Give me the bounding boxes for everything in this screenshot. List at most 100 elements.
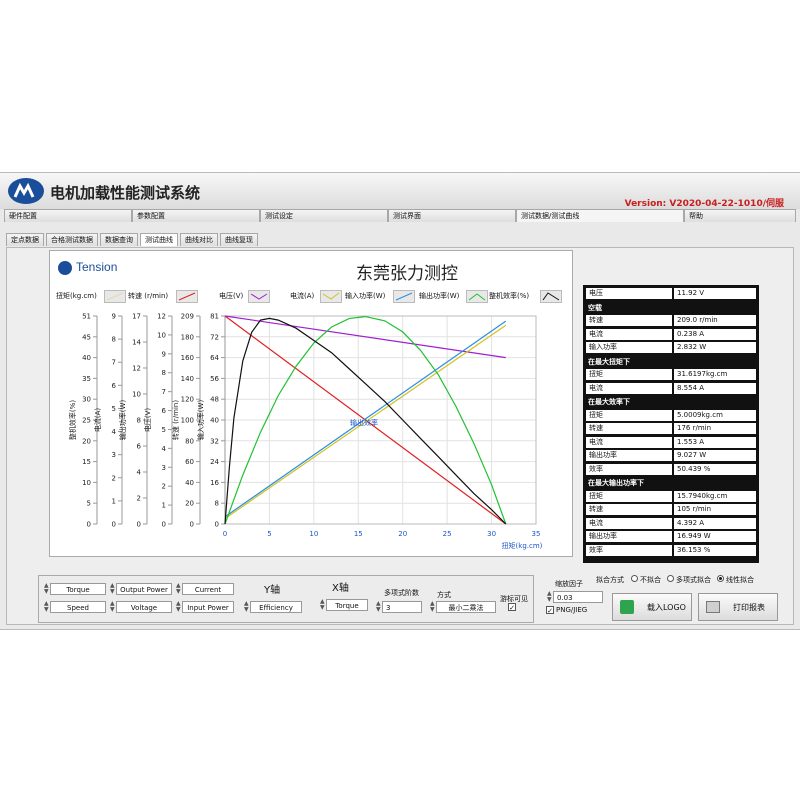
y-tick-label: 40 — [210, 417, 219, 425]
x-tick-label: 35 — [532, 530, 541, 538]
load-logo-label: 载入LOGO — [647, 603, 686, 612]
selector-current[interactable]: Current — [182, 583, 234, 595]
y-tick-label: 51 — [82, 313, 91, 321]
radio-poly-fit[interactable] — [667, 575, 674, 582]
y-tick-label: 17 — [132, 313, 141, 321]
info-value: 209.0 r/min — [674, 315, 756, 326]
png-jpeg-checkbox[interactable]: ✓ — [546, 606, 554, 615]
y-tick-label: 8 — [112, 336, 116, 344]
info-value: 8.554 A — [674, 382, 756, 394]
download-arrow-icon — [620, 600, 634, 614]
x-tick-label: 5 — [267, 530, 271, 538]
info-label: 输入功率 — [586, 342, 672, 353]
info-label: 效率 — [586, 463, 672, 475]
y-tick-label: 24 — [210, 458, 219, 466]
info-value: 16.949 W — [674, 531, 756, 542]
info-section-heading: 空载 — [588, 303, 602, 312]
info-label: 扭矩 — [586, 409, 672, 421]
y-tick-label: 72 — [210, 333, 219, 341]
info-row: 扭矩 15.7940kg.cm — [586, 490, 756, 503]
result-panel: 电压 11.92 V 空载转速 209.0 r/min 电流 0.238 A 输入功率 2.8… — [583, 285, 759, 563]
y-axis-title: 输入功率(W) — [196, 400, 205, 441]
x-tick-label: 15 — [354, 530, 363, 538]
zoom-factor-label: 缩放因子 — [555, 580, 583, 588]
y-tick-label: 20 — [82, 437, 91, 445]
print-report-button[interactable]: 打印报表 — [698, 593, 778, 621]
y-tick-label: 140 — [181, 375, 194, 383]
info-section-heading: 在最大输出功率下 — [588, 479, 644, 487]
y-tick-label: 3 — [162, 464, 166, 472]
info-label: 电流 — [586, 328, 672, 340]
y-tick-label: 64 — [210, 354, 219, 362]
y-tick-label: 4 — [137, 469, 142, 477]
selector-input-power[interactable]: Input Power — [182, 601, 234, 613]
y-tick-label: 10 — [132, 391, 141, 399]
info-row: 电流 4.392 A — [586, 517, 756, 530]
y-tick-label: 15 — [82, 458, 91, 466]
y-tick-label: 7 — [112, 359, 116, 367]
y-tick-label: 6 — [162, 407, 167, 415]
info-row: 电流 0.238 A — [586, 328, 756, 341]
y-tick-label: 80 — [185, 437, 194, 445]
x-axis-selector[interactable]: Torque — [326, 599, 368, 611]
y-tick-label: 10 — [82, 479, 91, 487]
y-tick-label: 9 — [162, 350, 166, 358]
info-value: 5.0009kg.cm — [674, 409, 756, 421]
selector-voltage[interactable]: Voltage — [116, 601, 172, 613]
info-row: 电压 11.92 V — [586, 288, 756, 300]
radio-linear-fit[interactable] — [717, 575, 724, 582]
y-tick-label: 1 — [112, 497, 116, 505]
y-axis-title: 整机效率(%) — [68, 400, 77, 440]
fit-mode-label: 拟合方式 — [596, 576, 624, 584]
y-axis-title: 电压(V) — [143, 408, 152, 433]
load-logo-button[interactable]: 载入LOGO — [612, 593, 692, 621]
y-tick-label: 25 — [82, 417, 91, 425]
info-label: 输出功率 — [586, 531, 672, 542]
y-tick-label: 12 — [157, 313, 166, 321]
info-label: 电压 — [586, 288, 672, 299]
info-value: 36.153 % — [674, 544, 756, 556]
x-tick-label: 30 — [487, 530, 496, 538]
info-label: 扭矩 — [586, 490, 672, 502]
y-tick-label: 2 — [162, 483, 166, 491]
y-tick-label: 16 — [210, 479, 219, 487]
info-value: 50.439 % — [674, 463, 756, 475]
zoom-factor-input[interactable]: 0.03 — [553, 591, 603, 603]
y-tick-label: 2 — [137, 495, 141, 503]
cursor-visible-checkbox[interactable]: ✓ — [508, 603, 516, 612]
y-tick-label: 12 — [132, 365, 141, 373]
y-tick-label: 56 — [210, 375, 219, 383]
radio-no-fit-label: 不拟合 — [640, 576, 661, 584]
selector-output-power[interactable]: Output Power — [116, 583, 172, 595]
y-tick-label: 180 — [181, 333, 194, 341]
info-row: 扭矩 5.0009kg.cm — [586, 409, 756, 422]
y-tick-label: 45 — [82, 333, 91, 341]
y-tick-label: 8 — [162, 369, 166, 377]
y-axis-title: 输出功率(W) — [118, 400, 127, 441]
selector-speed[interactable]: Speed — [50, 601, 106, 613]
fit-method-selector[interactable]: 最小二乘法 — [436, 601, 496, 613]
info-label: 电流 — [586, 382, 672, 394]
selector-efficiency[interactable]: Efficiency — [250, 601, 302, 613]
info-row: 输入功率 2.832 W — [586, 342, 756, 354]
png-jpeg-label: PNG/JIEG — [556, 606, 588, 614]
radio-no-fit[interactable] — [631, 575, 638, 582]
info-label: 输出功率 — [586, 450, 672, 461]
y-tick-label: 20 — [185, 500, 194, 508]
info-row: 输出功率 9.027 W — [586, 450, 756, 462]
info-section-heading: 在最大效率下 — [588, 398, 630, 406]
y-tick-label: 48 — [210, 396, 219, 404]
fit-method-label: 方式 — [437, 591, 451, 599]
y-tick-label: 0 — [190, 521, 194, 529]
info-label: 转速 — [586, 504, 672, 515]
info-row: 转速 176 r/min — [586, 423, 756, 435]
y-tick-label: 2 — [112, 474, 116, 482]
y-axis-title: 电流(A) — [93, 408, 102, 433]
y-tick-label: 35 — [82, 375, 91, 383]
y-tick-label: 60 — [185, 458, 194, 466]
print-report-label: 打印报表 — [733, 603, 765, 612]
selector-torque[interactable]: Torque — [50, 583, 106, 595]
info-label: 效率 — [586, 544, 672, 556]
poly-order-input[interactable]: 3 — [382, 601, 422, 613]
x-tick-label: 20 — [398, 530, 407, 538]
